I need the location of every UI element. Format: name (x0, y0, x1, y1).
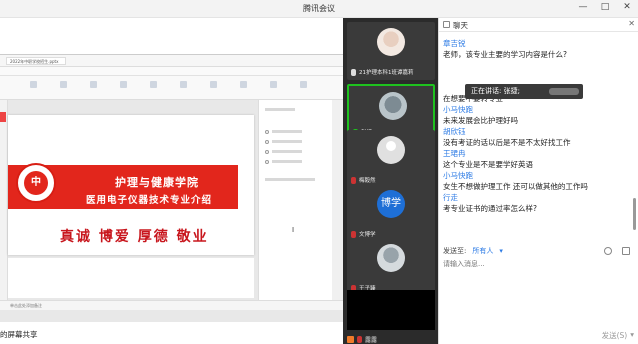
vertical-scrollbar (332, 100, 343, 300)
ribbon-icon (270, 81, 277, 88)
mouse-cursor-icon: I (292, 226, 295, 234)
slide-motto: 真诚 博爱 厚德 敬业 (60, 229, 209, 245)
avatar (379, 92, 407, 120)
self-tile[interactable]: 露露 (347, 334, 435, 344)
ribbon-icon (240, 81, 247, 88)
pane-radio (265, 160, 269, 164)
message-text: 未来发展会比护理好吗 (443, 116, 518, 125)
mic-muted-icon (357, 335, 362, 343)
maximize-button[interactable]: □ (600, 2, 610, 12)
close-button[interactable]: ✕ (622, 2, 632, 12)
format-pane (258, 100, 332, 300)
chat-input[interactable] (443, 259, 633, 327)
message-text: 女生不想做护理工作 还可以做其他的工作吗 (443, 182, 588, 191)
sender-name: 小马快跑 (443, 171, 473, 180)
meeting-window: 腾讯会议 — □ ✕ 2022年中职学校招生.pptx 单击此处添加备注 中 护… (0, 0, 638, 344)
pane-slider (265, 178, 315, 181)
ribbon-icon (210, 81, 217, 88)
self-name: 露露 (365, 336, 378, 344)
ribbon-icon (30, 81, 37, 88)
school-logo: 中 (16, 163, 56, 203)
pane-option (272, 130, 302, 133)
send-button[interactable]: 发送(S) ▾ (602, 330, 634, 341)
participant-tile[interactable]: 21护理本科1班谭嘉莉 (347, 22, 435, 80)
ribbon-icon (60, 81, 67, 88)
mic-icon (351, 68, 356, 76)
send-to-label: 发送至: (443, 247, 467, 255)
window-title: 腾讯会议 (303, 4, 335, 13)
mic-muted-icon (351, 176, 356, 184)
pane-option (272, 150, 302, 153)
title-bar: 腾讯会议 — □ ✕ (0, 0, 638, 18)
user-icon (347, 335, 354, 343)
pane-radio (265, 130, 269, 134)
chevron-down-icon[interactable]: ▾ (499, 247, 503, 255)
minimize-button[interactable]: — (578, 2, 588, 12)
ribbon-icon (120, 81, 127, 88)
ribbon-icon (90, 81, 97, 88)
chat-panel: 聊天 ✕ 章吉锐 老师，该专业主要的学习内容是什么? 在想要不要转专业 小马快跑… (438, 18, 638, 344)
speaking-indicator: 正在讲话: 张捷; (465, 84, 583, 99)
blurred-names (549, 88, 579, 95)
avatar (377, 136, 405, 164)
slide-subtitle: 医用电子仪器技术专业介绍 (86, 195, 213, 206)
screen-share-area: 2022年中职学校招生.pptx 单击此处添加备注 中 护理与健康学院 医用电子… (0, 18, 343, 344)
status-text: 单击此处添加备注 (10, 303, 42, 308)
sender-name: 章吉锐 (443, 39, 466, 48)
message-text: 老师，该专业主要的学习内容是什么? (443, 50, 567, 59)
send-label: 发送(S) (601, 331, 628, 340)
send-to-value[interactable]: 所有人 (472, 246, 493, 256)
sender-name: 王珺冉 (443, 149, 466, 158)
sender-name: 行走 (443, 193, 458, 202)
slide-title: 护理与健康学院 (115, 176, 199, 189)
pane-option (272, 160, 302, 163)
message-text: 考专业证书的通过率怎么样? (443, 204, 537, 213)
ribbon-icon (180, 81, 187, 88)
pane-radio (265, 140, 269, 144)
sender-name: 胡欣钰 (443, 127, 466, 136)
file-icon[interactable] (622, 247, 630, 255)
chat-scrollbar[interactable] (633, 198, 636, 230)
thumbnail-selected (0, 112, 6, 122)
chat-messages: 章吉锐 老师，该专业主要的学习内容是什么? 在想要不要转专业 小马快跑 未来发展… (443, 38, 629, 253)
sender-name: 小马快跑 (443, 105, 473, 114)
emoji-icon[interactable] (604, 247, 612, 255)
logo-text: 中 (24, 171, 48, 195)
chat-icon (443, 21, 450, 28)
chat-close-button[interactable]: ✕ (628, 19, 635, 28)
empty-tile (347, 290, 435, 330)
ribbon-icon (150, 81, 157, 88)
chat-header: 聊天 ✕ (439, 18, 638, 32)
participant-tile[interactable]: 王子臻 (347, 238, 435, 296)
send-to-selector[interactable]: 发送至: 所有人 ▾ (443, 246, 503, 256)
chat-title: 聊天 (453, 21, 468, 30)
participant-tiles: 21护理本科1班谭嘉莉 张捷 梅毅然 博学 文博学 王子臻 露露 (343, 18, 438, 344)
avatar (377, 28, 405, 56)
participant-name: 梅毅然 (359, 178, 376, 184)
ppt-menu-bar (0, 67, 343, 76)
participant-tile[interactable]: 博学 文博学 (347, 184, 435, 242)
message-text: 没有考证的话以后是不是不太好找工作 (443, 138, 571, 147)
screen-share-label: 的屏幕共享 (0, 330, 38, 339)
participant-name: 21护理本科1班谭嘉莉 (359, 70, 414, 76)
ppt-status-bar: 单击此处添加备注 (0, 300, 343, 310)
mic-muted-icon (351, 230, 356, 238)
ppt-titlebar: 2022年中职学校招生.pptx (0, 55, 343, 67)
slide-thumbnails (0, 100, 8, 300)
message-text: 这个专业是不是要学好英语 (443, 160, 533, 169)
pane-heading (265, 108, 295, 111)
pane-radio (265, 150, 269, 154)
pane-option (272, 140, 302, 143)
avatar (377, 244, 405, 272)
ppt-file-tab: 2022年中职学校招生.pptx (6, 57, 66, 65)
speaking-text: 正在讲话: 张捷; (471, 87, 520, 95)
ribbon-icon (300, 81, 307, 88)
notes-area (8, 258, 254, 298)
participant-name: 文博学 (359, 232, 376, 238)
ppt-ribbon (0, 76, 343, 100)
chevron-down-icon[interactable]: ▾ (630, 330, 634, 341)
avatar: 博学 (377, 190, 405, 218)
participant-tile[interactable]: 梅毅然 (347, 130, 435, 188)
